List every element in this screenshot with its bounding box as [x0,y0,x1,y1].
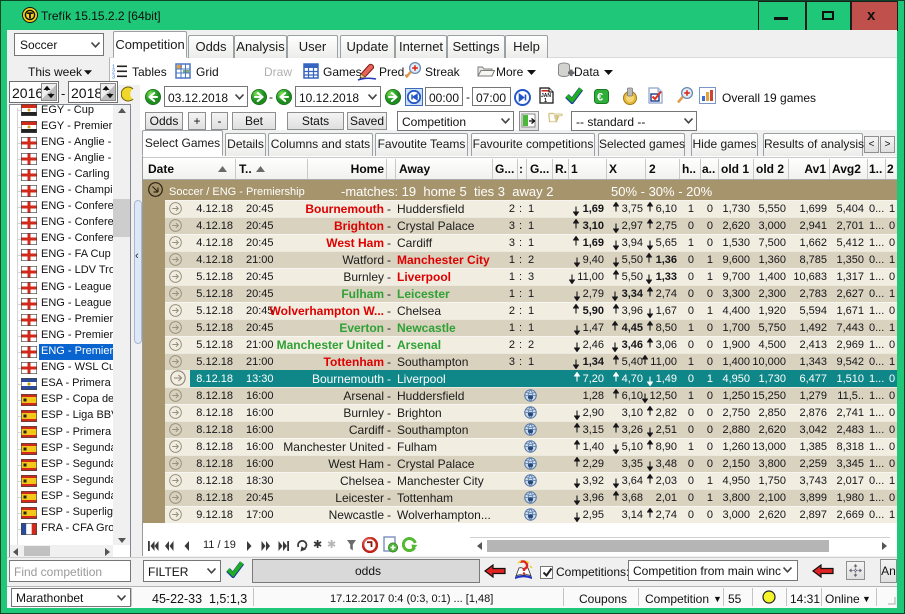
svg-text:3: 3 [112,75,115,80]
svg-text:€: € [597,92,603,104]
svg-text:1: 1 [544,98,547,104]
